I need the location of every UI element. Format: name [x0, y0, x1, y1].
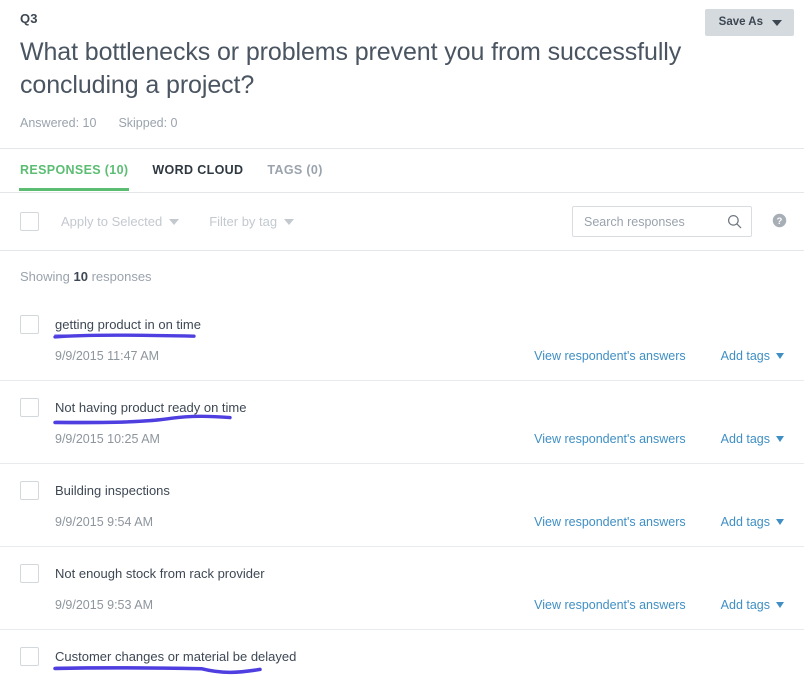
save-as-button[interactable]: Save As [704, 9, 794, 36]
filter-by-tag-dropdown[interactable]: Filter by tag [209, 214, 295, 229]
showing-prefix: Showing [20, 269, 74, 284]
response-actions: View respondent's answers Add tags [534, 598, 784, 612]
response-actions: View respondent's answers Add tags [534, 515, 784, 529]
table-row: Not enough stock from rack provider 9/9/… [0, 546, 804, 629]
response-row-bottom: 9/9/2015 10:25 AM View respondent's answ… [20, 431, 784, 447]
response-date: 9/9/2015 9:54 AM [55, 515, 153, 529]
search-icon [727, 214, 742, 229]
response-checkbox[interactable] [20, 647, 39, 666]
add-tags-dropdown[interactable]: Add tags [721, 598, 784, 612]
tab-bar: RESPONSES (10) WORD CLOUD TAGS (0) [0, 149, 804, 193]
apply-to-selected-label: Apply to Selected [61, 214, 163, 229]
response-text-value: Customer changes or material be delayed [55, 649, 297, 664]
chevron-down-icon [169, 218, 180, 225]
select-all-checkbox[interactable] [20, 212, 39, 231]
response-text: Building inspections [55, 481, 170, 499]
response-text: Not enough stock from rack provider [55, 564, 265, 582]
showing-count: Showing 10 responses [0, 251, 804, 298]
table-row: Not having product ready on time 9/9/201… [0, 380, 804, 463]
table-row: getting product in on time 9/9/2015 11:4… [0, 298, 804, 380]
response-text-value: Not enough stock from rack provider [55, 566, 265, 581]
response-row-bottom: 9/9/2015 9:53 AM View respondent's answe… [20, 597, 784, 613]
response-row-top: Not having product ready on time [20, 398, 784, 425]
question-number: Q3 [20, 11, 38, 26]
table-row: Building inspections 9/9/2015 9:54 AM Vi… [0, 463, 804, 546]
responses-toolbar: Apply to Selected Filter by tag ? [0, 193, 804, 250]
add-tags-label: Add tags [720, 515, 770, 529]
response-text-value: Building inspections [55, 483, 170, 498]
chevron-down-icon [776, 436, 784, 442]
response-date: 9/9/2015 11:47 AM [55, 349, 160, 363]
response-text-value: getting product in on time [55, 317, 201, 332]
response-text: getting product in on time [53, 315, 201, 339]
search-input[interactable] [582, 213, 727, 230]
add-tags-label: Add tags [720, 598, 770, 612]
response-row-top: Customer changes or material be delayed [20, 647, 784, 675]
response-actions: View respondent's answers Add tags [534, 432, 784, 446]
answered-count: Answered: 10 [20, 116, 97, 130]
response-text: Not having product ready on time [53, 398, 247, 425]
response-checkbox[interactable] [20, 398, 39, 417]
response-date: 9/9/2015 10:25 AM [55, 432, 160, 446]
response-checkbox[interactable] [20, 315, 39, 334]
filter-by-tag-label: Filter by tag [209, 214, 278, 229]
page-title: What bottlenecks or problems prevent you… [20, 38, 682, 99]
response-counts: Answered: 10 Skipped: 0 [20, 116, 784, 130]
response-text: Customer changes or material be delayed [53, 647, 297, 675]
tab-tags[interactable]: TAGS (0) [267, 163, 322, 191]
chevron-down-icon [772, 19, 782, 26]
response-checkbox[interactable] [20, 564, 39, 583]
response-text-value: Not having product ready on time [55, 400, 247, 415]
response-row-bottom: 9/9/2015 11:47 AM View respondent's answ… [20, 348, 784, 364]
view-respondent-answers-link[interactable]: View respondent's answers [534, 515, 686, 529]
response-row-top: Building inspections [20, 481, 784, 500]
add-tags-dropdown[interactable]: Add tags [721, 349, 784, 363]
svg-text:?: ? [777, 216, 783, 226]
save-as-label: Save As [718, 16, 763, 28]
response-row-top: Not enough stock from rack provider [20, 564, 784, 583]
response-row-top: getting product in on time [20, 315, 784, 339]
search-box[interactable] [572, 206, 752, 237]
chevron-down-icon [776, 602, 784, 608]
add-tags-dropdown[interactable]: Add tags [721, 515, 784, 529]
table-row: Customer changes or material be delayed [0, 629, 804, 682]
chevron-down-icon [284, 218, 295, 225]
add-tags-dropdown[interactable]: Add tags [721, 432, 784, 446]
response-row-bottom: 9/9/2015 9:54 AM View respondent's answe… [20, 514, 784, 530]
view-respondent-answers-link[interactable]: View respondent's answers [534, 598, 686, 612]
showing-suffix: responses [87, 269, 152, 284]
chevron-down-icon [776, 353, 784, 359]
help-circle-icon[interactable]: ? [772, 213, 787, 228]
handwritten-underline-annotation [53, 414, 232, 425]
view-respondent-answers-link[interactable]: View respondent's answers [534, 349, 686, 363]
view-respondent-answers-link[interactable]: View respondent's answers [534, 432, 686, 446]
tab-list: RESPONSES (10) WORD CLOUD TAGS (0) [18, 149, 323, 191]
response-checkbox[interactable] [20, 481, 39, 500]
tab-word-cloud[interactable]: WORD CLOUD [152, 163, 243, 191]
response-actions: View respondent's answers Add tags [534, 349, 784, 363]
handwritten-underline-annotation [53, 666, 262, 675]
skipped-count: Skipped: 0 [118, 116, 178, 130]
chevron-down-icon [776, 519, 784, 525]
response-date: 9/9/2015 9:53 AM [55, 598, 153, 612]
apply-to-selected-dropdown[interactable]: Apply to Selected [61, 214, 180, 229]
add-tags-label: Add tags [720, 349, 770, 363]
tab-responses[interactable]: RESPONSES (10) [18, 163, 130, 191]
question-header: Q3 What bottlenecks or problems prevent … [0, 0, 804, 130]
add-tags-label: Add tags [720, 432, 770, 446]
response-list: getting product in on time 9/9/2015 11:4… [0, 298, 804, 682]
showing-number: 10 [73, 269, 88, 284]
